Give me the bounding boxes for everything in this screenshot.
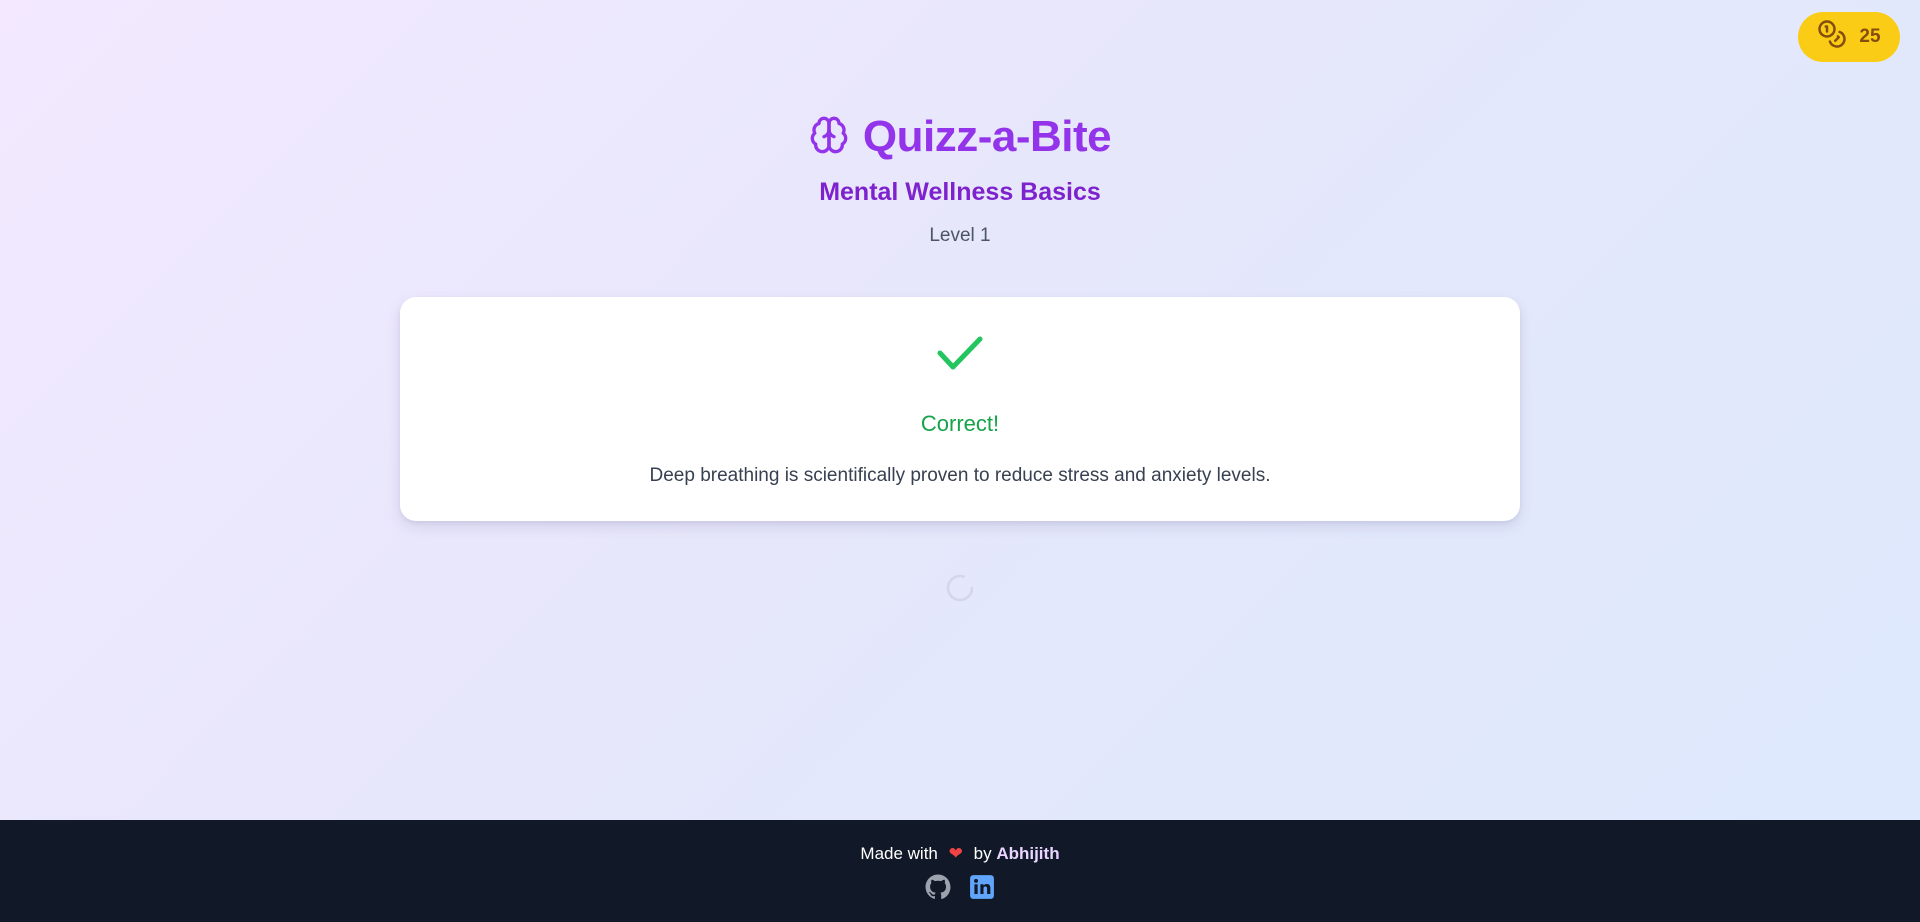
explanation-text: Deep breathing is scientifically proven …: [649, 465, 1271, 486]
result-text: Correct!: [920, 411, 1000, 436]
app-title: Quizz-a-Bite: [862, 112, 1112, 161]
brain-icon: [809, 115, 849, 159]
title-row: Quizz-a-Bite: [0, 112, 1920, 162]
quiz-category: Mental Wellness Basics: [819, 178, 1101, 206]
check-icon: [937, 336, 983, 370]
coin-count: 25: [1859, 26, 1881, 47]
quiz-level: Level 1: [929, 225, 991, 246]
author-name: Abhijith: [996, 844, 1060, 863]
footer-credit: Made with ❤ by Abhijith: [0, 844, 1920, 864]
by-text: by: [973, 844, 992, 863]
made-with-text: Made with: [860, 844, 938, 863]
coins-icon: [1817, 19, 1847, 55]
github-icon[interactable]: [925, 874, 951, 900]
heart-icon: ❤: [948, 844, 963, 863]
footer: Made with ❤ by Abhijith: [0, 820, 1920, 922]
coin-balance-badge: 25: [1798, 12, 1900, 62]
social-links: [0, 874, 1920, 900]
quiz-header: Quizz-a-Bite Mental Wellness Basics Leve…: [0, 112, 1920, 247]
loading-spinner-icon: [946, 574, 974, 602]
linkedin-icon[interactable]: [969, 874, 995, 900]
feedback-card: Correct! Deep breathing is scientificall…: [400, 297, 1520, 521]
